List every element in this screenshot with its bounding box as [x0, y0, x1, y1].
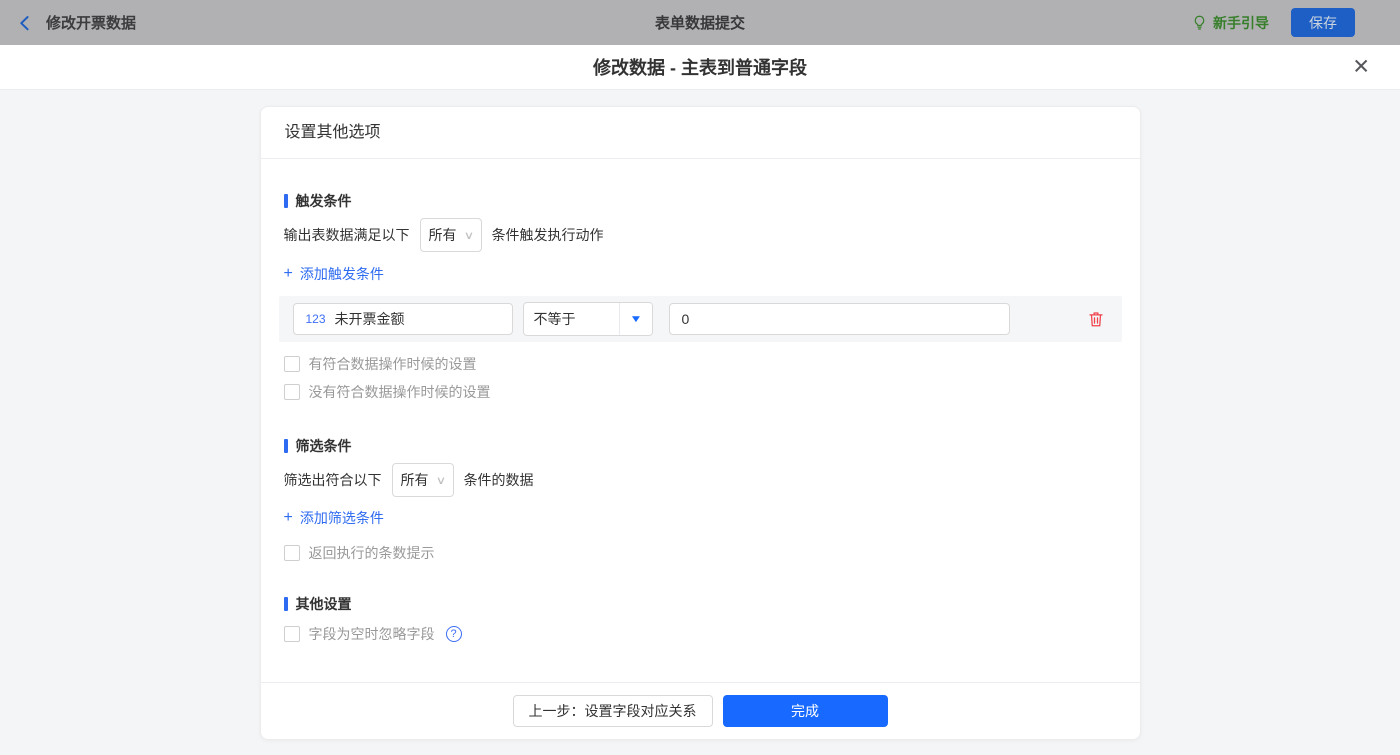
- condition-operator-select[interactable]: 不等于 ▼: [522, 302, 653, 336]
- filter-match-row: 筛选出符合以下 所有 ∨ 条件的数据: [284, 462, 1122, 498]
- card-content: 触发条件 输出表数据满足以下 所有 ∨ 条件触发执行动作 + 添加触发条件 12…: [261, 159, 1140, 682]
- previous-step-button[interactable]: 上一步：设置字段对应关系: [512, 695, 713, 727]
- topbar-actions: 新手引导 保存: [1191, 8, 1355, 37]
- ignore-empty-field-option: 字段为空时忽略字段 ?: [283, 625, 1122, 643]
- delete-condition-button[interactable]: [1087, 310, 1105, 328]
- has-match-checkbox[interactable]: [283, 356, 300, 372]
- add-trigger-condition-link[interactable]: + 添加触发条件: [284, 264, 1122, 284]
- return-count-checkbox[interactable]: [283, 545, 300, 561]
- help-question-icon[interactable]: ?: [445, 626, 462, 642]
- filter-match-suffix: 条件的数据: [463, 472, 534, 488]
- dialog-header: 修改数据 - 主表到普通字段 ✕: [0, 45, 1400, 90]
- done-button[interactable]: 完成: [722, 695, 888, 727]
- number-type-tag: 123: [305, 312, 326, 326]
- trigger-condition-row: 123 未开票金额 不等于 ▼: [278, 296, 1122, 342]
- chevron-down-icon: ∨: [435, 474, 446, 487]
- caret-down-filled-icon: ▼: [628, 313, 643, 325]
- condition-value-input[interactable]: [668, 303, 1010, 335]
- section-bar: [283, 194, 288, 208]
- back-chevron-icon[interactable]: [16, 14, 34, 32]
- trigger-match-select[interactable]: 所有 ∨: [419, 218, 482, 252]
- filter-match-prefix: 筛选出符合以下: [283, 472, 382, 488]
- close-icon[interactable]: ✕: [1352, 57, 1370, 78]
- trigger-match-suffix: 条件触发执行动作: [491, 227, 604, 243]
- topbar: 修改开票数据 表单数据提交 新手引导 保存: [0, 0, 1400, 45]
- trigger-match-row: 输出表数据满足以下 所有 ∨ 条件触发执行动作: [284, 217, 1122, 253]
- chevron-down-icon: ∨: [463, 229, 474, 242]
- ignore-empty-checkbox[interactable]: [283, 626, 300, 642]
- dialog-body: 设置其他选项 触发条件 输出表数据满足以下 所有 ∨ 条件触发执行动作 + 添加…: [0, 90, 1400, 755]
- plus-icon: +: [283, 509, 293, 526]
- trigger-match-prefix: 输出表数据满足以下: [283, 227, 410, 243]
- card-footer: 上一步：设置字段对应关系 完成: [260, 682, 1140, 739]
- page-title: 表单数据提交: [654, 15, 745, 32]
- back-label[interactable]: 修改开票数据: [46, 12, 136, 33]
- lightbulb-icon: [1191, 14, 1208, 31]
- add-filter-condition-link[interactable]: + 添加筛选条件: [284, 508, 1122, 528]
- plus-icon: +: [283, 265, 293, 282]
- has-match-setting-option: 有符合数据操作时候的设置: [283, 355, 1122, 373]
- save-button[interactable]: 保存: [1291, 8, 1355, 37]
- options-card: 设置其他选项 触发条件 输出表数据满足以下 所有 ∨ 条件触发执行动作 + 添加…: [259, 106, 1141, 740]
- section-bar: [283, 439, 288, 453]
- dialog-title: 修改数据 - 主表到普通字段: [593, 58, 807, 78]
- card-header: 设置其他选项: [260, 107, 1140, 159]
- trigger-section-title: 触发条件: [283, 191, 1122, 211]
- beginner-guide-link[interactable]: 新手引导: [1191, 13, 1269, 33]
- section-bar: [283, 597, 288, 611]
- beginner-guide-label[interactable]: 新手引导: [1213, 13, 1269, 33]
- filter-match-select[interactable]: 所有 ∨: [391, 463, 454, 497]
- no-match-checkbox[interactable]: [283, 384, 300, 400]
- back-nav[interactable]: 修改开票数据: [16, 12, 136, 33]
- condition-field-input[interactable]: 123 未开票金额: [292, 303, 513, 335]
- other-section-title: 其他设置: [283, 594, 1122, 614]
- no-match-setting-option: 没有符合数据操作时候的设置: [283, 383, 1122, 401]
- operator-caret-button[interactable]: ▼: [618, 303, 652, 335]
- filter-section-title: 筛选条件: [283, 436, 1122, 456]
- return-count-option: 返回执行的条数提示: [283, 544, 1122, 562]
